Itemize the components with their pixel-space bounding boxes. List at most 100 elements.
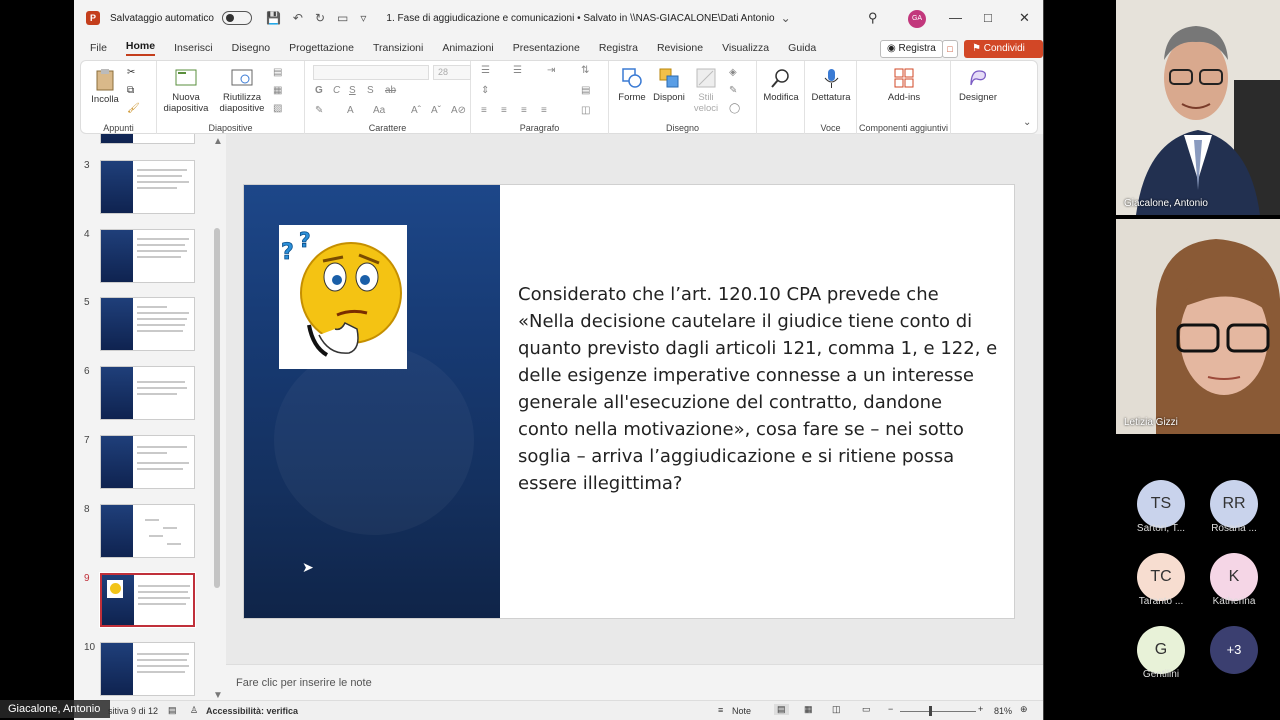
justify-icon[interactable]: ≡ <box>541 105 547 116</box>
outline-icon[interactable]: ✎ <box>729 85 737 96</box>
undo-icon[interactable]: ↶ <box>293 11 303 25</box>
menu-animations[interactable]: Animazioni <box>442 42 493 54</box>
menu-home[interactable]: Home <box>125 40 156 56</box>
shadow-icon[interactable]: S <box>367 85 374 96</box>
reading-view-icon[interactable]: ◫ <box>832 704 841 715</box>
menu-help[interactable]: Guida <box>788 42 816 54</box>
thumbnail-slide-3[interactable] <box>100 160 195 214</box>
redo-icon[interactable]: ↻ <box>315 11 325 25</box>
present-icon[interactable]: ▭ <box>337 11 348 25</box>
thumbnail-slide-8[interactable] <box>100 504 195 558</box>
indent-icon[interactable]: ⇥ <box>547 65 555 76</box>
scroll-up-icon[interactable]: ▲ <box>213 136 223 147</box>
addins-button[interactable]: Add-ins <box>879 67 929 103</box>
thumbnail-slide-7[interactable] <box>100 435 195 489</box>
thumbnail-slide-4[interactable] <box>100 229 195 283</box>
participant-avatar[interactable]: K <box>1210 553 1258 601</box>
participant-avatar[interactable]: TC <box>1137 553 1185 601</box>
record-button[interactable]: ◉ Registra <box>880 40 943 58</box>
accessibility-icon[interactable]: ♙ <box>190 705 198 716</box>
zoom-out-icon[interactable]: − <box>888 704 893 714</box>
line-spacing-icon[interactable]: ⇕ <box>481 85 489 96</box>
menu-design[interactable]: Progettazione <box>289 42 354 54</box>
document-title[interactable]: 1. Fase di aggiudicazione e comunicazion… <box>386 13 774 24</box>
smartart-icon[interactable]: ◫ <box>581 105 590 116</box>
menu-file[interactable]: File <box>90 42 107 54</box>
arrange-button[interactable]: Disponi <box>651 67 687 103</box>
font-family-select[interactable] <box>313 65 429 80</box>
slide-body-text[interactable]: Considerato che l’art. 120.10 CPA preved… <box>518 281 998 497</box>
dictate-button[interactable]: Dettatura <box>809 67 853 103</box>
edit-button[interactable]: Modifica <box>761 67 801 103</box>
menu-slideshow[interactable]: Presentazione <box>513 42 580 54</box>
share-button[interactable]: ⚑ Condividi ⌄ <box>964 40 1043 72</box>
highlight-icon[interactable]: ✎ <box>315 105 323 116</box>
thumbnail-slide-5[interactable] <box>100 297 195 351</box>
zoom-slider[interactable] <box>900 711 976 712</box>
zoom-slider-thumb[interactable] <box>929 706 932 716</box>
menu-transitions[interactable]: Transizioni <box>373 42 423 54</box>
quick-styles-button[interactable]: Stili veloci <box>689 67 723 114</box>
new-slide-button[interactable]: Nuova diapositiva <box>161 67 211 114</box>
strikethrough-icon[interactable]: ab <box>385 85 396 96</box>
thinking-emoji-image[interactable]: ? ? <box>279 225 407 369</box>
participant-avatar[interactable]: G <box>1137 626 1185 674</box>
thumbnail-slide-9[interactable] <box>99 572 196 628</box>
font-size-select[interactable]: 28 <box>433 65 471 80</box>
numbering-icon[interactable]: ☰ <box>513 65 522 76</box>
align-right-icon[interactable]: ≡ <box>521 105 527 116</box>
menu-insert[interactable]: Inserisci <box>174 42 213 54</box>
thumbnail-slide-10[interactable] <box>100 642 195 696</box>
participant-avatar[interactable]: TS <box>1137 480 1185 528</box>
bullets-icon[interactable]: ☰ <box>481 65 490 76</box>
notes-pane[interactable]: Fare clic per inserire le note <box>226 664 1043 700</box>
section-icon[interactable]: ▧ <box>273 103 282 114</box>
fit-slide-icon[interactable]: ⊕ <box>1020 704 1028 715</box>
format-painter-icon[interactable]: 🖌 <box>127 103 140 114</box>
close-icon[interactable]: ✕ <box>1019 10 1030 26</box>
slide-canvas[interactable]: ? ? Considerato che l’art. 120.10 CPA pr… <box>243 184 1015 619</box>
italic-icon[interactable]: C <box>333 85 340 96</box>
participant-avatar[interactable]: RR <box>1210 480 1258 528</box>
reuse-slides-button[interactable]: Riutilizza diapositive <box>217 67 267 114</box>
effects-icon[interactable]: ◯ <box>729 103 740 114</box>
menu-review[interactable]: Revisione <box>657 42 703 54</box>
notes-toggle[interactable]: Note <box>732 706 751 716</box>
comment-icon[interactable]: □ <box>942 40 958 58</box>
underline-icon[interactable]: S <box>349 85 356 96</box>
cut-icon[interactable]: ✂ <box>127 67 135 78</box>
align-center-icon[interactable]: ≡ <box>501 105 507 116</box>
collapse-ribbon-icon[interactable]: ⌄ <box>1023 117 1031 128</box>
designer-button[interactable]: Designer <box>955 67 1001 103</box>
menu-record[interactable]: Registra <box>599 42 638 54</box>
more-participants-button[interactable]: +3 <box>1210 626 1258 674</box>
spellcheck-icon[interactable]: ▤ <box>168 705 177 716</box>
layout-icon[interactable]: ▤ <box>273 67 282 78</box>
video-tile-presenter[interactable]: Giacalone, Antonio <box>1116 0 1280 215</box>
menu-view[interactable]: Visualizza <box>722 42 769 54</box>
minimize-icon[interactable]: — <box>949 10 962 25</box>
thumbnail-partial[interactable] <box>100 134 195 144</box>
align-left-icon[interactable]: ≡ <box>481 105 487 116</box>
copy-icon[interactable]: ⧉ <box>127 85 134 96</box>
maximize-icon[interactable]: □ <box>984 10 992 25</box>
thumbnail-slide-6[interactable] <box>100 366 195 420</box>
reset-icon[interactable]: ▦ <box>273 85 282 96</box>
search-icon[interactable]: ⚲ <box>868 10 878 26</box>
save-icon[interactable]: 💾 <box>266 11 281 25</box>
font-color-icon[interactable]: A <box>347 105 354 116</box>
text-direction-icon[interactable]: ⇅ <box>581 65 589 76</box>
case-icon[interactable]: Aa <box>373 105 385 116</box>
accessibility-status[interactable]: Accessibilità: verifica <box>206 706 298 716</box>
fill-icon[interactable]: ◈ <box>729 67 737 78</box>
customize-toolbar-icon[interactable]: ▿ <box>360 11 366 25</box>
normal-view-icon[interactable]: ▤ <box>774 704 789 715</box>
user-avatar[interactable]: GA <box>908 10 926 28</box>
video-tile-participant[interactable]: Letizia Gizzi <box>1116 219 1280 434</box>
shapes-button[interactable]: Forme <box>615 67 649 103</box>
zoom-level[interactable]: 81% <box>994 706 1012 716</box>
zoom-in-icon[interactable]: + <box>978 704 983 714</box>
shrink-font-icon[interactable]: Aˇ <box>431 105 441 116</box>
clear-format-icon[interactable]: A⊘ <box>451 105 466 116</box>
align-text-icon[interactable]: ▤ <box>581 85 590 96</box>
